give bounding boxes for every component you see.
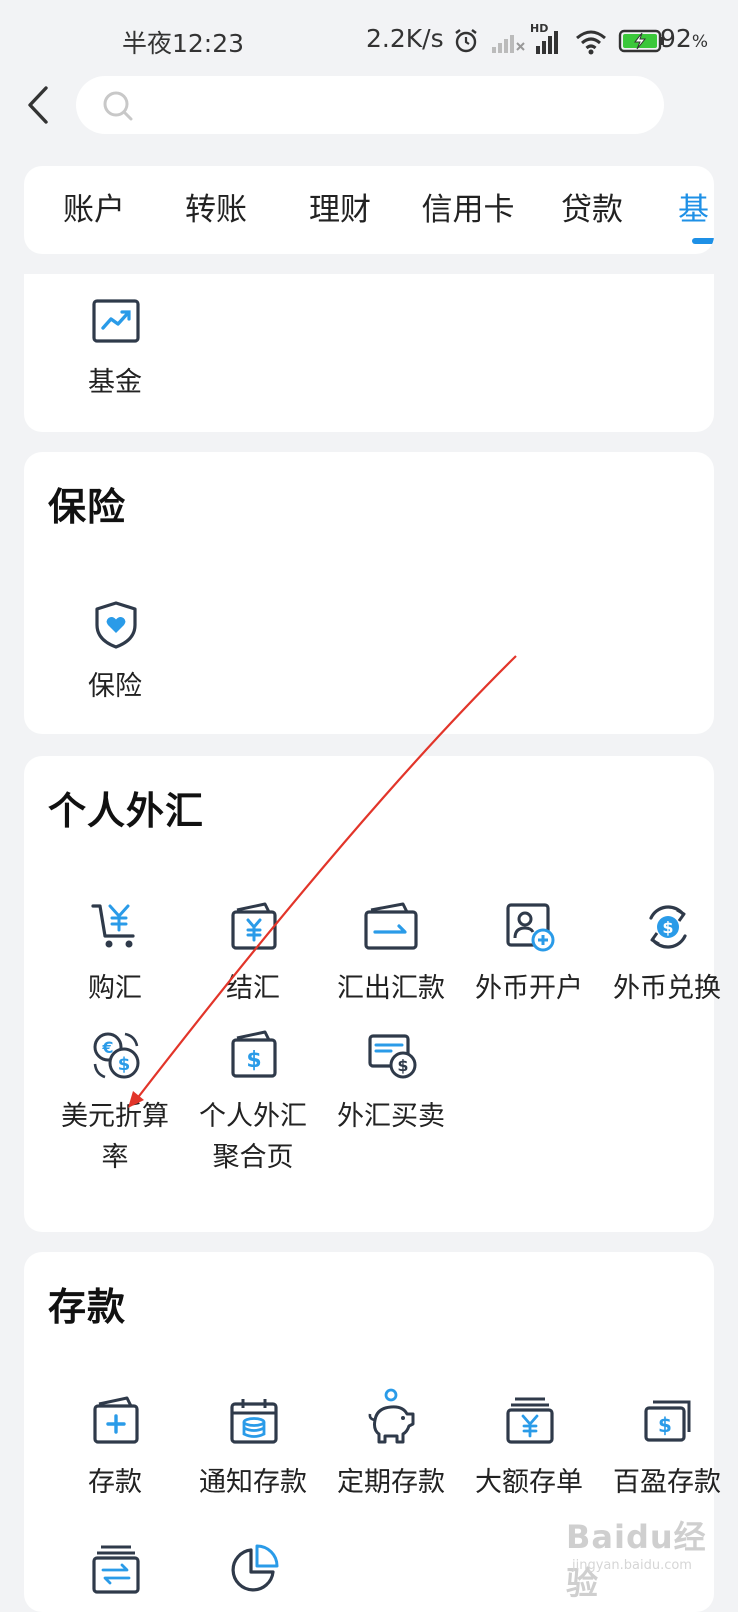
- deposit-title: 存款: [48, 1285, 127, 1329]
- tab-loan[interactable]: 贷款: [540, 166, 644, 254]
- stacked-dollar-icon: $: [644, 1400, 691, 1442]
- insurance-title: 保险: [48, 485, 127, 529]
- forex-section: 个人外汇 购汇 结汇 汇出汇款 外币开户 $ 外币兑换 € $ 美元折算 率 $…: [24, 756, 721, 1232]
- hd-signal-icon: HD: [530, 22, 568, 56]
- status-time: 半夜12:23: [122, 29, 245, 58]
- chevron-left-icon: [28, 86, 48, 124]
- pie-chart-icon: [231, 1544, 279, 1592]
- fund-label: 基金: [88, 367, 142, 398]
- notice-deposit-label: 通知存款: [199, 1467, 307, 1498]
- exchange-dollar-icon: $: [649, 905, 687, 949]
- chart-trend-icon: [92, 299, 140, 343]
- transfer-stack-icon: [92, 1545, 140, 1594]
- tab-account[interactable]: 账户: [42, 166, 146, 254]
- active-tab-indicator: [692, 238, 714, 244]
- forex-buy-label: 购汇: [88, 973, 142, 1004]
- status-icons: HD: [452, 22, 666, 56]
- tab-transfer[interactable]: 转账: [164, 166, 268, 254]
- wifi-icon: [576, 30, 606, 55]
- signal-off-icon: [492, 35, 525, 53]
- insurance-section: 保险 保险: [24, 452, 714, 734]
- tab-credit-card[interactable]: 信用卡: [406, 166, 530, 254]
- watermark-url: jingyan.baidu.com: [572, 1558, 692, 1573]
- calendar-coins-icon: [230, 1399, 278, 1444]
- piggy-bank-icon: [368, 1388, 415, 1444]
- back-button[interactable]: [20, 82, 60, 128]
- battery-percent: 92%: [660, 24, 708, 53]
- aggregate-line2: 聚合页: [212, 1142, 294, 1173]
- forex-trade-label: 外汇买卖: [337, 1101, 445, 1132]
- forex-title: 个人外汇: [48, 789, 205, 833]
- remit-card-icon: [364, 902, 418, 950]
- svg-text:$: $: [662, 918, 673, 937]
- usd-rate-line1: 美元折算: [61, 1101, 169, 1132]
- svg-text:$: $: [118, 1054, 131, 1075]
- svg-text:$: $: [246, 1048, 261, 1073]
- baiying-deposit-label: 百盈存款: [613, 1467, 721, 1498]
- battery-level: 92: [660, 24, 692, 53]
- stacked-yen-icon: [506, 1397, 554, 1444]
- battery-charging-icon: [618, 29, 664, 53]
- alarm-icon: [455, 29, 477, 53]
- large-cd-label: 大额存单: [475, 1467, 583, 1498]
- tab-wealth[interactable]: 理财: [288, 166, 392, 254]
- svg-text:$: $: [658, 1413, 672, 1437]
- forex-remit-label: 汇出汇款: [337, 973, 445, 1004]
- deposit-label: 存款: [88, 1467, 142, 1498]
- bill-dollar-icon: $: [368, 1034, 417, 1079]
- wallet-dollar-icon: $: [231, 1030, 277, 1078]
- search-icon: [103, 91, 133, 121]
- category-tabs: 账户 转账 理财 信用卡 贷款 基: [24, 166, 714, 254]
- fund-section: 基金: [24, 274, 714, 432]
- wallet-yen-icon: [231, 902, 277, 950]
- svg-text:$: $: [397, 1056, 408, 1075]
- fixed-deposit-label: 定期存款: [337, 1467, 445, 1498]
- euro-dollar-icon: € $: [93, 1032, 140, 1079]
- forex-open-account-label: 外币开户: [475, 973, 583, 1004]
- search-input[interactable]: [150, 86, 644, 126]
- cart-yen-icon: [91, 904, 135, 948]
- card-plus-icon: [93, 1396, 139, 1444]
- usd-rate-line2: 率: [101, 1142, 129, 1173]
- forex-usd-rate-label: 美元折算率: [46, 1096, 184, 1178]
- shield-heart-icon: [95, 601, 137, 649]
- battery-unit: %: [691, 32, 708, 52]
- baidu-watermark: Baidu经验 jingyan.baidu.com: [566, 1512, 716, 1602]
- insurance-label: 保险: [88, 671, 142, 702]
- search-bar[interactable]: [76, 76, 664, 134]
- status-net-speed: 2.2K/s: [366, 24, 444, 53]
- forex-settle-label: 结汇: [226, 973, 280, 1004]
- forex-exchange-label: 外币兑换: [613, 973, 721, 1004]
- status-bar: 半夜12:23 2.2K/s HD 92%: [0, 0, 738, 80]
- aggregate-line1: 个人外汇: [199, 1101, 307, 1132]
- account-add-icon: [506, 903, 555, 952]
- forex-aggregate-label: 个人外汇 聚合页: [184, 1096, 322, 1178]
